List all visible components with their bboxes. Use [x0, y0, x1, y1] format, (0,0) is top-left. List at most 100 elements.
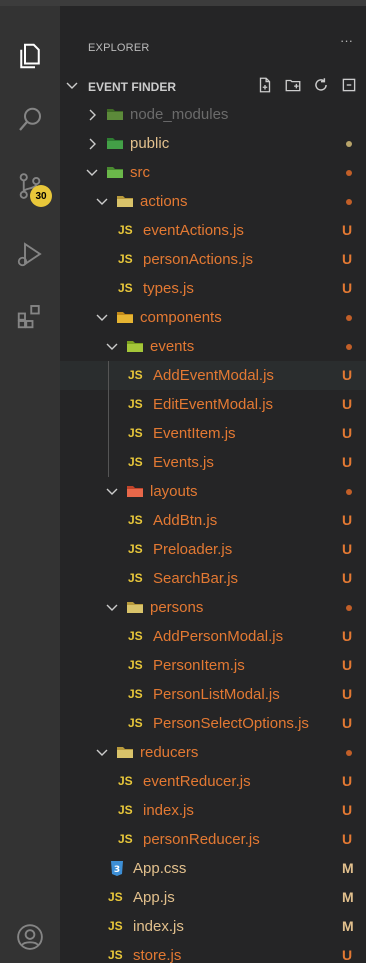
- css-file-icon: 3: [110, 860, 124, 881]
- tree-item-label: persons: [150, 599, 204, 616]
- tree-file[interactable]: JS personActions.js U: [60, 245, 366, 274]
- tree-folder[interactable]: actions: [60, 187, 366, 216]
- git-status-badge: U: [342, 454, 353, 470]
- tree-file[interactable]: JS personReducer.js U: [60, 825, 366, 854]
- tree-item-label: reducers: [140, 744, 199, 761]
- account-icon[interactable]: [0, 909, 60, 963]
- js-file-icon: JS: [128, 455, 143, 469]
- js-file-icon: JS: [128, 571, 143, 585]
- folder-icon: [116, 309, 134, 330]
- js-file-icon: JS: [128, 397, 143, 411]
- tree-item-label: AddEventModal.js: [153, 367, 274, 384]
- js-file-icon: JS: [108, 948, 123, 962]
- chevron-down-icon: [64, 78, 80, 99]
- more-actions-button[interactable]: ···: [340, 33, 353, 48]
- tree-file[interactable]: JS SearchBar.js U: [60, 564, 366, 593]
- tree-item-label: actions: [140, 193, 188, 210]
- tree-item-label: types.js: [143, 280, 194, 297]
- js-file-icon: JS: [108, 919, 123, 933]
- js-file-icon: JS: [128, 368, 143, 382]
- files-icon[interactable]: [0, 28, 60, 84]
- git-status-badge: U: [342, 367, 353, 383]
- tree-file[interactable]: JS store.js U: [60, 941, 366, 963]
- chevron-down-icon: [94, 194, 110, 215]
- git-status-badge: U: [342, 686, 353, 702]
- git-status-badge: U: [342, 802, 353, 818]
- extensions-icon[interactable]: [0, 288, 60, 344]
- js-file-icon: JS: [118, 252, 133, 266]
- tree-item-label: node_modules: [130, 106, 229, 123]
- tree-item-label: SearchBar.js: [153, 570, 239, 587]
- tree-file[interactable]: JS PersonListModal.js U: [60, 680, 366, 709]
- git-status-dot: [346, 141, 352, 147]
- search-icon[interactable]: [0, 92, 60, 148]
- git-status-badge: U: [342, 396, 353, 412]
- refresh-icon[interactable]: [312, 76, 330, 99]
- tree-file[interactable]: JS index.js M: [60, 912, 366, 941]
- js-file-icon: JS: [108, 890, 123, 904]
- tree-item-label: public: [130, 135, 170, 152]
- tree-folder[interactable]: events: [60, 332, 366, 361]
- tree-folder[interactable]: public: [60, 129, 366, 158]
- tree-folder[interactable]: node_modules: [60, 100, 366, 129]
- tree-file[interactable]: JS eventReducer.js U: [60, 767, 366, 796]
- folder-icon: [106, 135, 124, 156]
- git-status-badge: U: [342, 773, 353, 789]
- git-status-badge: U: [342, 947, 353, 963]
- chevron-down-icon: [104, 484, 120, 505]
- new-folder-icon[interactable]: [284, 76, 302, 99]
- folder-icon: [106, 106, 124, 127]
- tree-file[interactable]: JS types.js U: [60, 274, 366, 303]
- tree-folder[interactable]: reducers: [60, 738, 366, 767]
- tree-folder[interactable]: src: [60, 158, 366, 187]
- tree-folder[interactable]: persons: [60, 593, 366, 622]
- git-status-dot: [346, 315, 352, 321]
- tree-file[interactable]: 3 App.css M: [60, 854, 366, 883]
- tree-file[interactable]: JS EventItem.js U: [60, 419, 366, 448]
- js-file-icon: JS: [118, 803, 133, 817]
- workspace-name: EVENT FINDER: [88, 80, 177, 94]
- git-status-dot: [346, 199, 352, 205]
- git-status-badge: U: [342, 541, 353, 557]
- js-file-icon: JS: [118, 223, 133, 237]
- tree-file[interactable]: JS AddPersonModal.js U: [60, 622, 366, 651]
- run-debug-icon[interactable]: [0, 226, 60, 282]
- tree-file[interactable]: JS eventActions.js U: [60, 216, 366, 245]
- tree-item-label: personActions.js: [143, 251, 254, 268]
- chevron-down-icon: [104, 600, 120, 621]
- tree-item-label: PersonSelectOptions.js: [153, 715, 309, 732]
- new-file-icon[interactable]: [256, 76, 274, 99]
- tree-file[interactable]: JS EditEventModal.js U: [60, 390, 366, 419]
- git-status-badge: U: [342, 657, 353, 673]
- tree-file[interactable]: JS AddBtn.js U: [60, 506, 366, 535]
- js-file-icon: JS: [128, 542, 143, 556]
- tree-file[interactable]: JS index.js U: [60, 796, 366, 825]
- git-status-badge: M: [342, 860, 354, 876]
- git-status-badge: U: [342, 425, 353, 441]
- tree-item-label: eventReducer.js: [143, 773, 251, 790]
- section-header[interactable]: EVENT FINDER: [60, 72, 366, 100]
- git-status-badge: U: [342, 222, 353, 238]
- folder-icon: [116, 744, 134, 765]
- tree-file[interactable]: JS Events.js U: [60, 448, 366, 477]
- js-file-icon: JS: [128, 687, 143, 701]
- tree-item-label: EditEventModal.js: [153, 396, 274, 413]
- git-status-badge: U: [342, 570, 353, 586]
- tree-file[interactable]: JS Preloader.js U: [60, 535, 366, 564]
- source-control-icon[interactable]: [0, 158, 60, 214]
- tree-item-label: Preloader.js: [153, 541, 233, 558]
- tree-file[interactable]: JS AddEventModal.js U: [60, 361, 366, 390]
- js-file-icon: JS: [128, 716, 143, 730]
- git-status-dot: [346, 489, 352, 495]
- js-file-icon: JS: [118, 281, 133, 295]
- collapse-all-icon[interactable]: [340, 76, 358, 99]
- tree-file[interactable]: JS PersonItem.js U: [60, 651, 366, 680]
- git-status-badge: M: [342, 889, 354, 905]
- tree-folder[interactable]: components: [60, 303, 366, 332]
- tree-item-label: personReducer.js: [143, 831, 260, 848]
- tree-folder[interactable]: layouts: [60, 477, 366, 506]
- tree-file[interactable]: JS App.js M: [60, 883, 366, 912]
- tree-file[interactable]: JS PersonSelectOptions.js U: [60, 709, 366, 738]
- tree-item-label: App.css: [133, 860, 187, 877]
- indent-guide: [108, 361, 109, 477]
